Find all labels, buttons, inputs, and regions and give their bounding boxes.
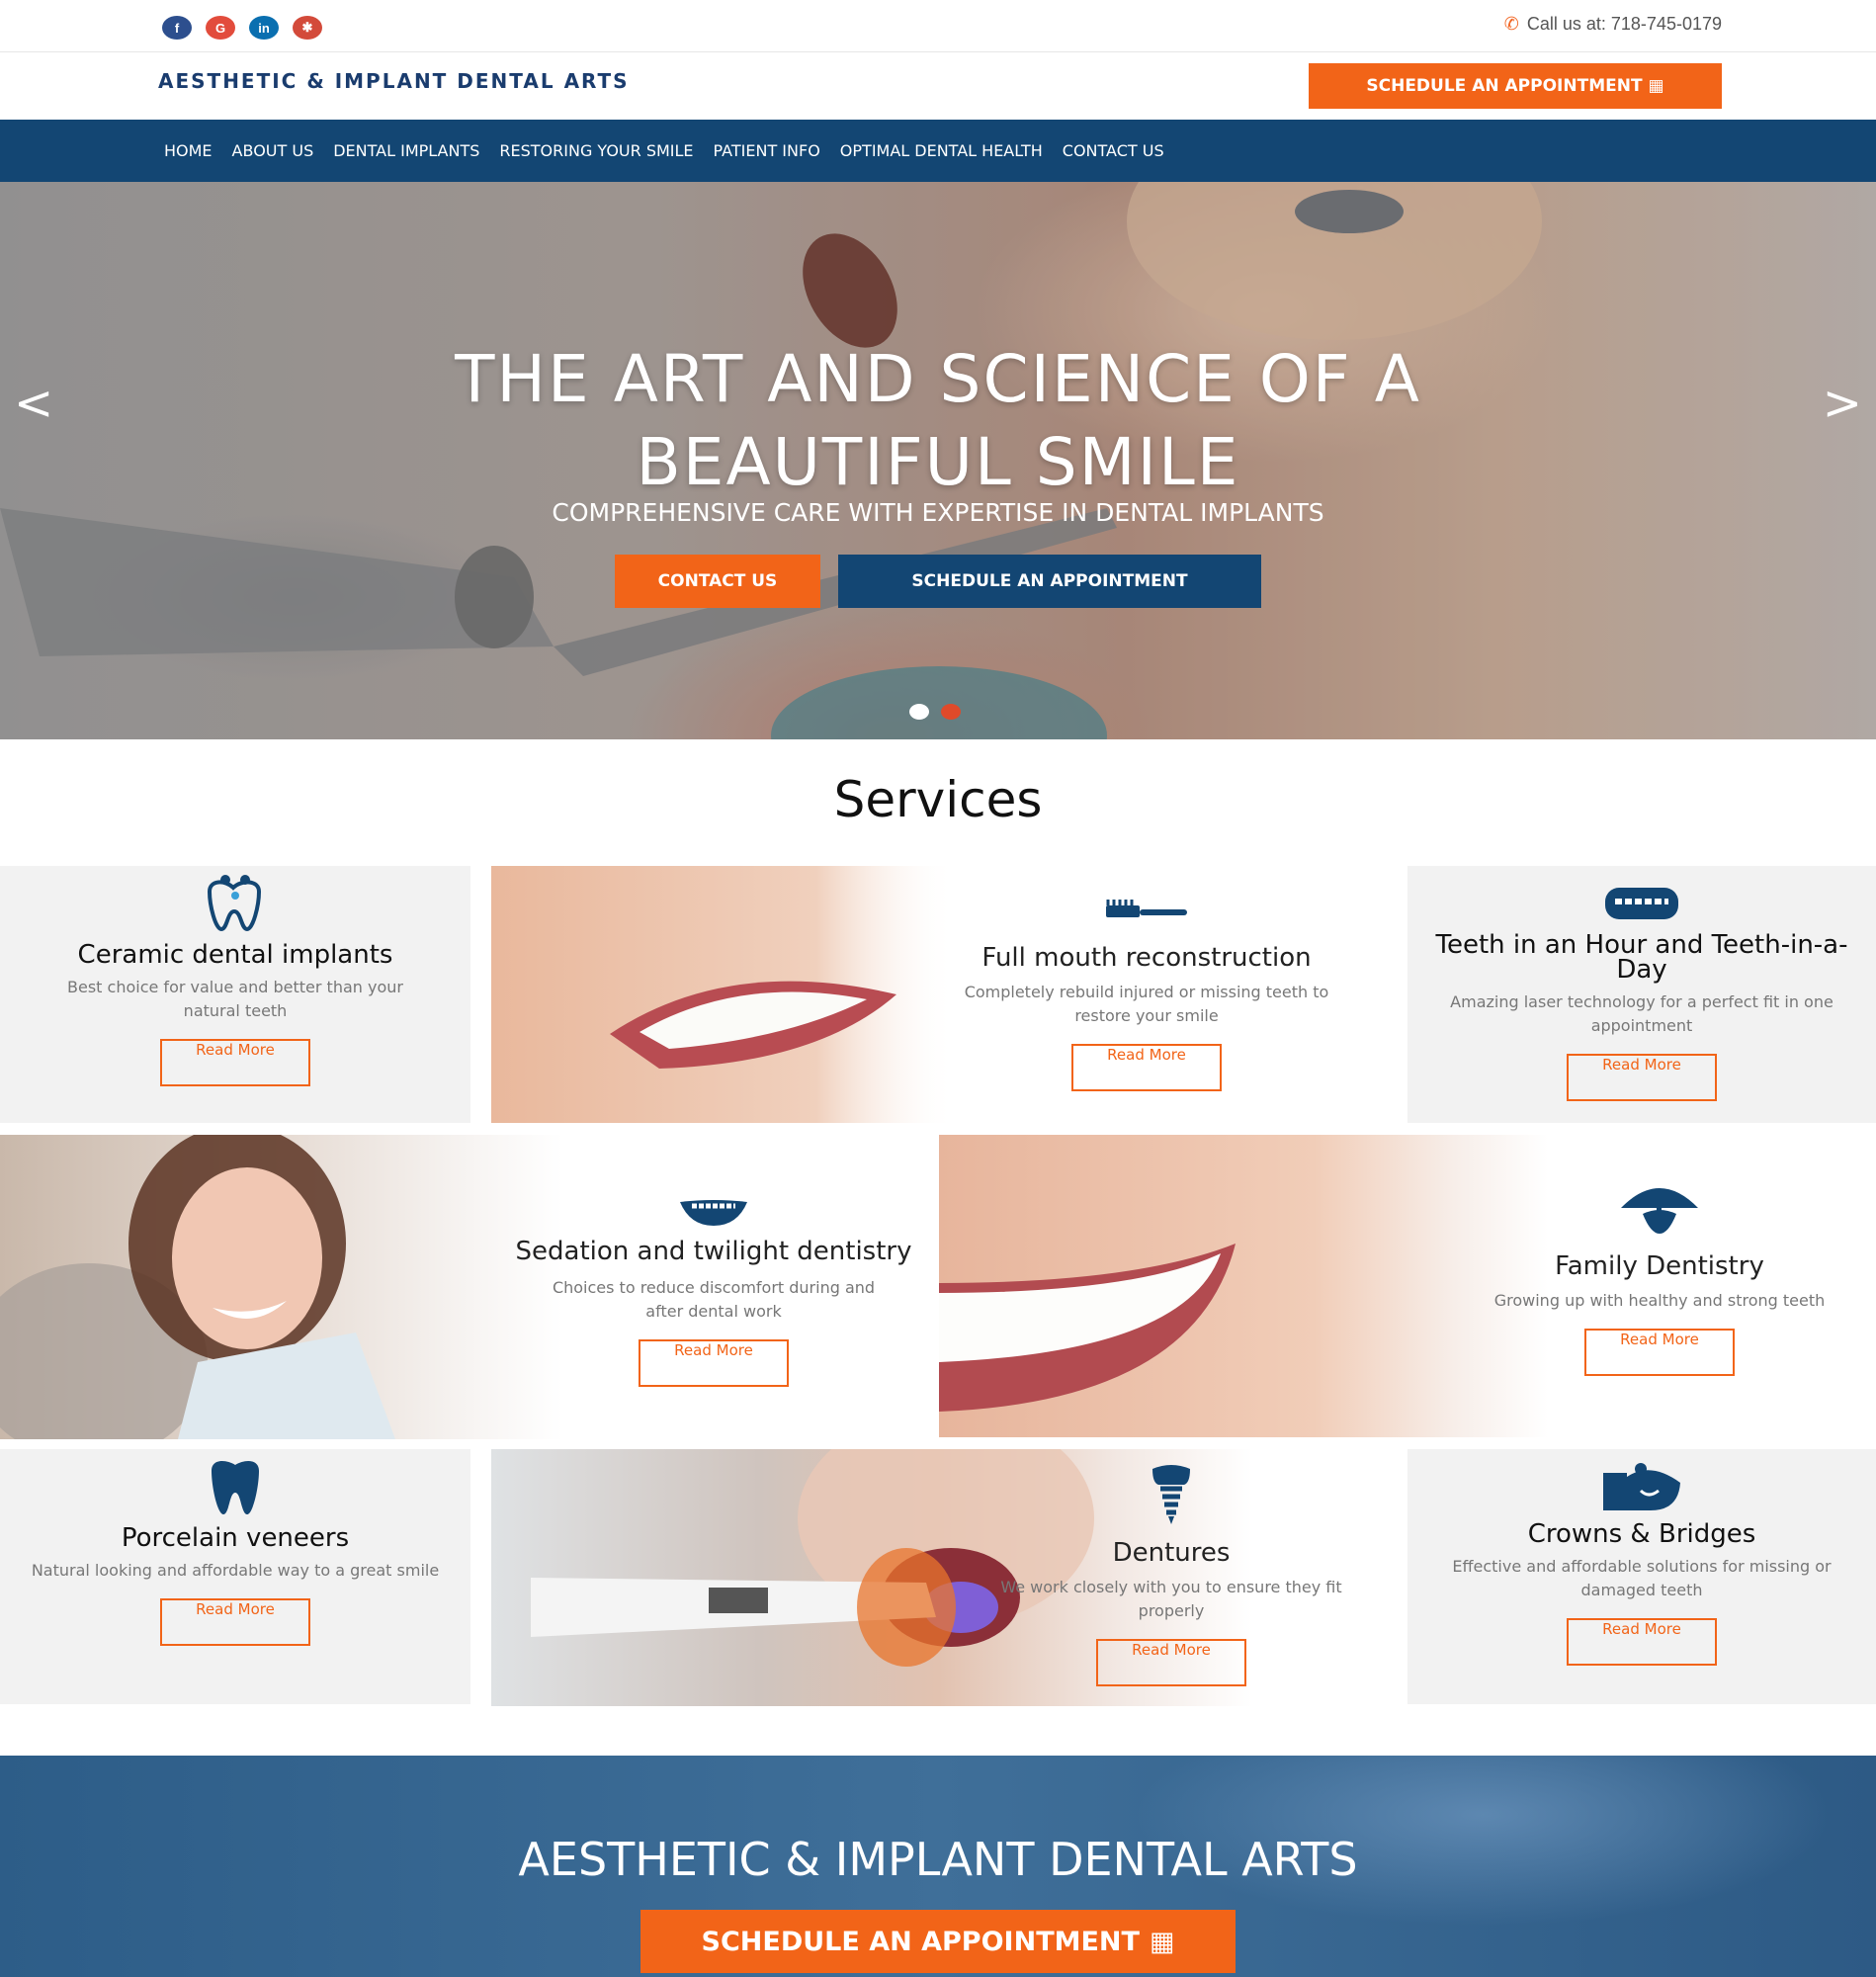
read-more-button[interactable]: Read More (1071, 1044, 1222, 1091)
schedule-appointment-label: SCHEDULE AN APPOINTMENT (1366, 76, 1643, 96)
site-logo[interactable]: AESTHETIC & IMPLANT DENTAL ARTS (158, 69, 630, 93)
service-title: Dentures (1112, 1538, 1231, 1568)
nav-item-home[interactable]: HOME (154, 141, 222, 160)
service-title: Porcelain veneers (121, 1523, 350, 1553)
linkedin-icon[interactable]: in (249, 16, 279, 40)
facebook-icon[interactable]: f (162, 16, 192, 40)
read-more-button[interactable]: Read More (639, 1339, 789, 1387)
read-more-button[interactable]: Read More (1584, 1329, 1735, 1376)
service-text: Family Dentistry Growing up with healthy… (1443, 1135, 1876, 1437)
toothbrush-icon (1106, 900, 1187, 917)
service-card-crowns-bridges: Crowns & Bridges Effective and affordabl… (1407, 1449, 1876, 1704)
service-desc: Growing up with healthy and strong teeth (1493, 1291, 1826, 1310)
hero-contact-button[interactable]: CONTACT US (615, 555, 820, 608)
service-desc: Amazing laser technology for a perfect f… (1450, 992, 1833, 1035)
google-icon[interactable]: G (206, 16, 235, 40)
service-text: Dentures We work closely with you to ens… (956, 1449, 1387, 1706)
read-more-button[interactable]: Read More (1567, 1054, 1717, 1101)
schedule-appointment-button[interactable]: SCHEDULE AN APPOINTMENT ▦ (1309, 63, 1722, 109)
implant-icon (1152, 1465, 1190, 1524)
nav-item-about-us[interactable]: ABOUT US (222, 141, 324, 160)
service-title: Family Dentistry (1555, 1251, 1764, 1281)
hero-title-line-2: BEAUTIFUL SMILE (636, 424, 1240, 500)
phone-icon: ✆ (1503, 14, 1519, 34)
service-card-full-mouth: Full mouth reconstruction Completely reb… (491, 866, 1387, 1123)
banner-schedule-label: SCHEDULE AN APPOINTMENT (701, 1926, 1140, 1957)
services-heading: Services (833, 771, 1043, 828)
service-card-family-dentistry: Family Dentistry Growing up with healthy… (939, 1135, 1876, 1437)
nav-item-patient-info[interactable]: PATIENT INFO (704, 141, 830, 160)
family-umbrella-icon (1621, 1188, 1698, 1234)
service-text: Sedation and twilight dentistry Choices … (514, 1135, 913, 1439)
read-more-button[interactable]: Read More (1567, 1618, 1717, 1666)
slider-dots (909, 704, 961, 720)
tooth-icon (212, 1461, 259, 1514)
service-card-porcelain-veneers: Porcelain veneers Natural looking and af… (0, 1449, 470, 1704)
hero-title: THE ART AND SCIENCE OF A BEAUTIFUL SMILE (0, 338, 1876, 504)
nav-item-optimal-dental-health[interactable]: OPTIMAL DENTAL HEALTH (830, 141, 1053, 160)
service-card-ceramic-implants: Ceramic dental implants Best choice for … (0, 866, 470, 1123)
service-title: Crowns & Bridges (1527, 1519, 1756, 1549)
nav-item-dental-implants[interactable]: DENTAL IMPLANTS (323, 141, 489, 160)
yelp-icon[interactable]: ✱ (293, 16, 322, 40)
service-desc: Choices to reduce discomfort during and … (552, 1278, 876, 1321)
header: AESTHETIC & IMPLANT DENTAL ARTS SCHEDULE… (0, 53, 1876, 120)
calendar-icon: ▦ (1149, 1926, 1175, 1957)
service-title: Ceramic dental implants (77, 940, 393, 970)
service-desc: Best choice for value and better than yo… (67, 978, 403, 1020)
nav-item-restoring-your-smile[interactable]: RESTORING YOUR SMILE (489, 141, 703, 160)
service-card-sedation: Sedation and twilight dentistry Choices … (0, 1135, 939, 1439)
service-title: Full mouth reconstruction (981, 943, 1312, 973)
read-more-button[interactable]: Read More (1096, 1639, 1246, 1686)
hero-content: < > THE ART AND SCIENCE OF A BEAUTIFUL S… (0, 182, 1876, 739)
slider-dot-2[interactable] (941, 704, 961, 720)
nav-item-contact-us[interactable]: CONTACT US (1053, 141, 1174, 160)
service-title: Sedation and twilight dentistry (515, 1237, 912, 1266)
service-desc: Completely rebuild injured or missing te… (964, 983, 1329, 1025)
read-more-button[interactable]: Read More (160, 1598, 310, 1646)
service-desc: We work closely with you to ensure they … (1000, 1578, 1342, 1620)
social-links: f G in ✱ (162, 16, 322, 40)
call-info[interactable]: ✆ Call us at: 718-745-0179 (1504, 14, 1722, 35)
hero-appointment-button[interactable]: SCHEDULE AN APPOINTMENT (838, 555, 1261, 608)
hero-subtitle: COMPREHENSIVE CARE WITH EXPERTISE IN DEN… (552, 498, 1324, 527)
service-card-teeth-in-an-hour: Teeth in an Hour and Teeth-in-a-Day Amaz… (1407, 866, 1876, 1123)
hero-slider: < > THE ART AND SCIENCE OF A BEAUTIFUL S… (0, 182, 1876, 739)
slider-dot-1[interactable] (909, 704, 929, 720)
service-text: Full mouth reconstruction Completely reb… (906, 866, 1387, 1123)
service-card-dentures: Dentures We work closely with you to ens… (491, 1449, 1387, 1706)
calendar-icon: ▦ (1648, 76, 1664, 96)
footer-banner: AESTHETIC & IMPLANT DENTAL ARTS SCHEDULE… (0, 1756, 1876, 1977)
service-desc: Natural looking and affordable way to a … (31, 1561, 440, 1580)
call-text: Call us at: 718-745-0179 (1526, 14, 1722, 34)
top-bar: f G in ✱ ✆ Call us at: 718-745-0179 (0, 0, 1876, 52)
main-nav: HOME ABOUT US DENTAL IMPLANTS RESTORING … (0, 120, 1876, 182)
read-more-button[interactable]: Read More (160, 1039, 310, 1086)
dentures-icon (1605, 888, 1678, 919)
service-title: Teeth in an Hour and Teeth-in-a-Day (1435, 930, 1848, 985)
banner-schedule-button[interactable]: SCHEDULE AN APPOINTMENT ▦ (640, 1910, 1236, 1973)
hero-title-line-1: THE ART AND SCIENCE OF A (455, 341, 1421, 417)
service-desc: Effective and affordable solutions for m… (1452, 1557, 1832, 1599)
tooth-family-icon (207, 875, 262, 932)
smile-mouth-icon (680, 1200, 747, 1226)
banner-title: AESTHETIC & IMPLANT DENTAL ARTS (518, 1833, 1358, 1886)
crown-bridge-icon (1603, 1463, 1680, 1510)
